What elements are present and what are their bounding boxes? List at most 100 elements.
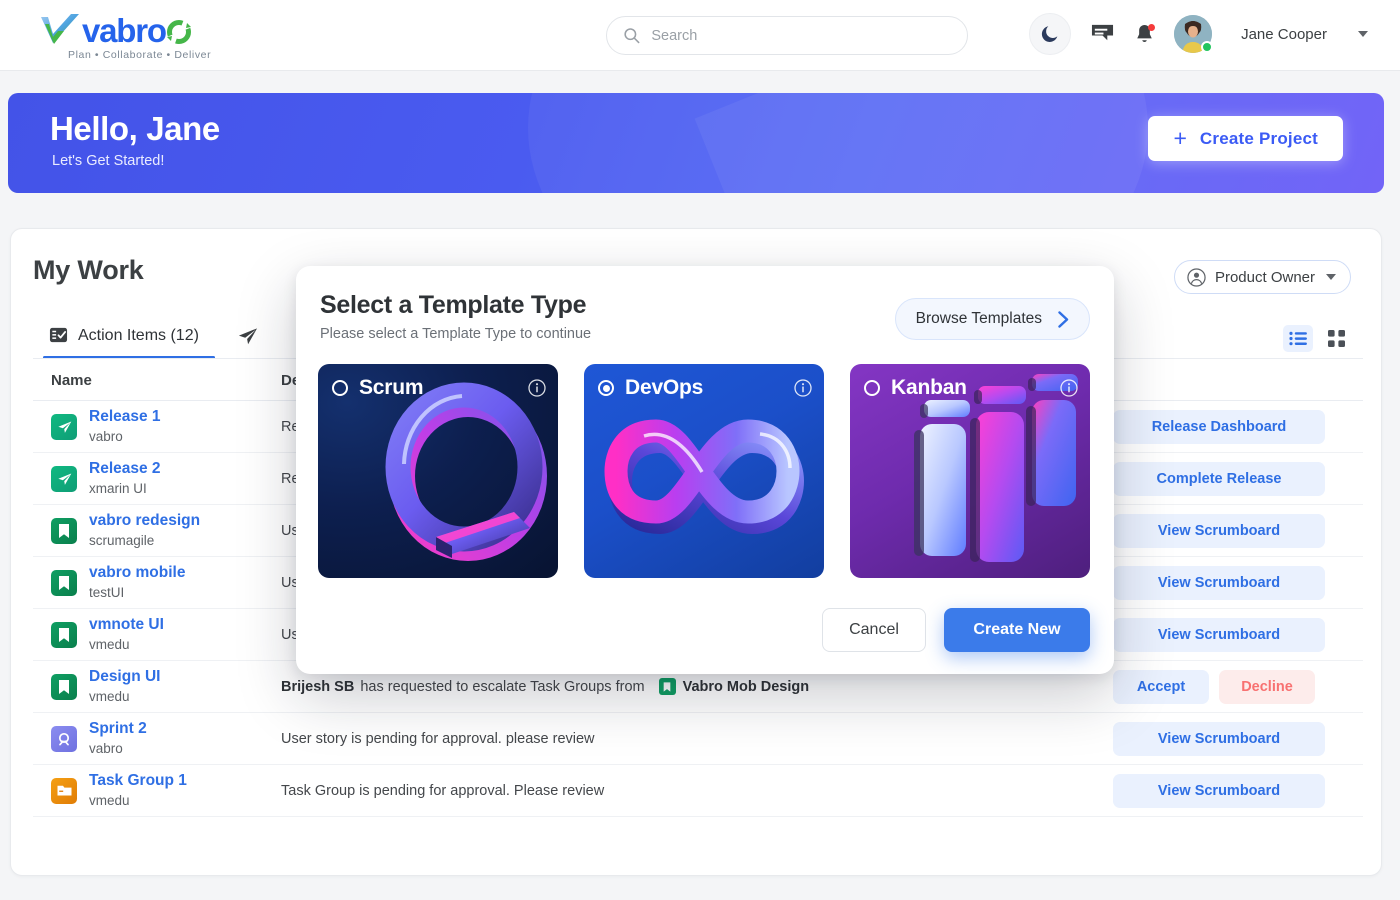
template-card-kanban[interactable]: Kanban (850, 364, 1090, 578)
row-action-cell: View Scrumboard (1113, 773, 1363, 808)
release-icon (51, 465, 77, 492)
scrum-label: Scrum (359, 376, 424, 399)
dark-mode-toggle[interactable] (1029, 13, 1072, 55)
row-name-link[interactable]: vabro redesign (89, 512, 200, 531)
cancel-button[interactable]: Cancel (822, 608, 926, 652)
template-type-modal: Select a Template Type Please select a T… (296, 266, 1114, 674)
row-action-button[interactable]: View Scrumboard (1113, 565, 1325, 600)
row-name-block: Task Group 1 vmedu (89, 772, 187, 809)
hero-subtitle: Let's Get Started! (52, 153, 165, 169)
column-header-name: Name (51, 372, 92, 389)
row-action-button[interactable]: View Scrumboard (1113, 773, 1325, 808)
row-action-button[interactable]: View Scrumboard (1113, 513, 1325, 548)
tab-action-items[interactable]: Action Items (12) (33, 312, 221, 359)
moon-icon (1041, 26, 1058, 42)
row-name-link[interactable]: Release 2 (89, 460, 161, 479)
logo-word: vabro (82, 12, 167, 49)
grid-view-button[interactable] (1321, 325, 1351, 352)
row-action-button[interactable]: Release Dashboard (1113, 409, 1325, 444)
kanban-radio[interactable] (864, 380, 880, 396)
messages-button[interactable] (1090, 23, 1115, 46)
devops-radio[interactable] (598, 380, 614, 396)
row-action-cell: View Scrumboard (1113, 513, 1363, 548)
row-name-subtitle: vabro (89, 740, 123, 756)
tab-sent-items[interactable] (221, 312, 290, 359)
search-bar[interactable] (606, 16, 968, 55)
browse-templates-button[interactable]: Browse Templates (894, 298, 1090, 340)
row-action-button[interactable]: Accept (1113, 669, 1209, 704)
row-action-cell: Accept Decline (1113, 669, 1363, 704)
row-name-link[interactable]: Sprint 2 (89, 720, 147, 739)
info-icon[interactable] (1060, 379, 1078, 397)
table-row[interactable]: Sprint 2 vabro User story is pending for a… (33, 713, 1363, 765)
role-chevron-down-icon (1326, 274, 1336, 280)
row-action-button[interactable]: View Scrumboard (1113, 617, 1325, 652)
row-action-button[interactable]: View Scrumboard (1113, 721, 1325, 756)
story-icon (51, 621, 77, 648)
row-name-cell: vmnote UI vmedu (33, 616, 271, 653)
page-title: My Work (33, 255, 144, 285)
row-name-block: vabro redesign scrumagile (89, 512, 200, 549)
row-action-cell: View Scrumboard (1113, 617, 1363, 652)
row-action-cell: Release Dashboard (1113, 409, 1363, 444)
search-input[interactable] (651, 27, 951, 44)
row-name-link[interactable]: Release 1 (89, 408, 161, 427)
row-name-link[interactable]: Design UI (89, 668, 160, 687)
row-description-text: Task Group is pending for approval. Plea… (281, 782, 605, 799)
row-name-block: Design UI vmedu (89, 668, 160, 705)
row-action-cell: Complete Release (1113, 461, 1363, 496)
create-project-label: Create Project (1199, 128, 1318, 148)
row-name-link[interactable]: Task Group 1 (89, 772, 187, 791)
template-card-scrum[interactable]: Scrum (318, 364, 558, 578)
row-description-cell: User story is pending for approval. plea… (271, 731, 1113, 747)
task-group-icon (51, 777, 77, 804)
scrum-radio[interactable] (332, 380, 348, 396)
template-card-devops[interactable]: DevOps (584, 364, 824, 578)
row-name-link[interactable]: vabro mobile (89, 564, 185, 583)
row-description-text: has requested to escalate Task Groups fr… (360, 678, 645, 695)
devops-label: DevOps (625, 376, 704, 399)
notifications-button[interactable] (1134, 23, 1156, 46)
row-name-cell: Task Group 1 vmedu (33, 772, 271, 809)
online-status-dot (1201, 41, 1214, 53)
row-name-subtitle: vmedu (89, 792, 130, 808)
info-icon[interactable] (528, 379, 546, 397)
row-name-block: Release 1 vabro (89, 408, 161, 445)
user-menu-chevron-down-icon[interactable] (1358, 31, 1368, 37)
row-description-chip[interactable]: Vabro Mob Design (658, 678, 809, 695)
devops-card-header: DevOps (598, 376, 812, 400)
create-project-button[interactable]: + Create Project (1148, 116, 1343, 161)
row-description-cell: Brijesh SB has requested to escalate Tas… (271, 678, 1113, 695)
row-name-cell: Release 2 xmarin UI (33, 460, 271, 497)
view-mode-toggle (1283, 325, 1351, 352)
grid-view-icon (1327, 330, 1345, 347)
list-view-button[interactable] (1283, 325, 1313, 352)
table-row[interactable]: Task Group 1 vmedu Task Group is pending f… (33, 765, 1363, 817)
modal-footer: Cancel Create New (822, 608, 1090, 652)
scrum-card-header: Scrum (332, 376, 546, 400)
role-label: Product Owner (1214, 268, 1315, 286)
message-icon (1092, 24, 1114, 40)
info-icon[interactable] (794, 379, 812, 397)
create-new-button[interactable]: Create New (944, 608, 1090, 652)
vabro-logo[interactable]: vabro Plan • Collaborate • Deliver (40, 10, 240, 62)
role-selector[interactable]: Product Owner (1173, 260, 1351, 294)
plus-icon: + (1173, 125, 1187, 151)
person-icon (1187, 267, 1206, 287)
sprint-icon (51, 725, 77, 752)
row-name-subtitle: testUI (89, 584, 125, 600)
hero-greeting: Hello, Jane (50, 110, 220, 147)
avatar[interactable] (1174, 15, 1214, 53)
row-description-text: User story is pending for approval. plea… (281, 730, 595, 747)
row-name-block: vmnote UI vmedu (89, 616, 164, 653)
row-action-cell: View Scrumboard (1113, 721, 1363, 756)
row-action-button[interactable]: Complete Release (1113, 461, 1325, 496)
app-root: vabro Plan • Collaborate • Deliver Searc… (0, 0, 1400, 900)
action-items-icon (49, 327, 68, 343)
row-name-cell: Sprint 2 vabro (33, 720, 271, 757)
list-view-icon (1288, 331, 1307, 346)
row-action-button[interactable]: Decline (1219, 669, 1315, 704)
search-icon (624, 28, 640, 44)
row-name-link[interactable]: vmnote UI (89, 616, 164, 635)
row-name-subtitle: vmedu (89, 636, 130, 652)
